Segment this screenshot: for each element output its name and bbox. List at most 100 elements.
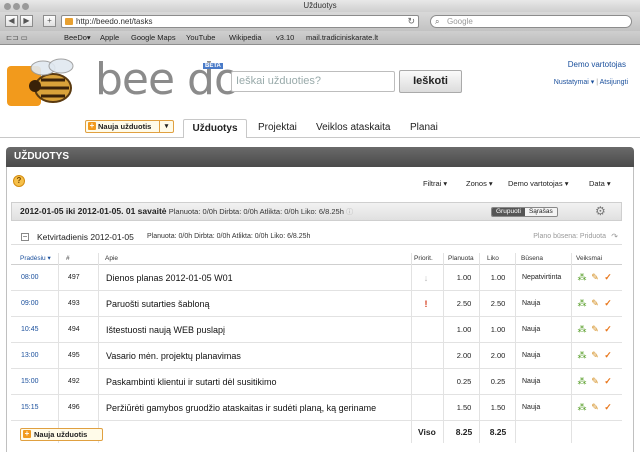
table-row[interactable]: 09:00 493 Paruošti sutarties šabloną ! 2… bbox=[11, 291, 622, 317]
new-task-button[interactable]: + Nauja užduotis ▾ bbox=[85, 120, 174, 133]
new-task-bottom-button[interactable]: + Nauja užduotis bbox=[20, 428, 103, 441]
task-time[interactable]: 15:00 bbox=[21, 369, 39, 395]
day-title: Ketvirtadienis 2012-01-05 bbox=[37, 232, 134, 242]
search-button[interactable]: Ieškoti bbox=[399, 70, 462, 93]
grouped-toggle[interactable]: Grupuoti bbox=[492, 208, 525, 216]
task-left: 2.00 bbox=[490, 351, 506, 360]
tabs-divider bbox=[0, 137, 640, 138]
task-left: 1.00 bbox=[490, 325, 506, 334]
add-tab-icon[interactable]: + bbox=[43, 15, 56, 27]
search-icon: ⌕ bbox=[435, 17, 440, 26]
collapse-toggle[interactable]: − bbox=[21, 233, 29, 241]
bookmark-item[interactable]: Wikipedia bbox=[229, 31, 262, 45]
complete-check-icon[interactable]: ✓ bbox=[603, 350, 613, 361]
task-time[interactable]: 09:00 bbox=[21, 291, 39, 317]
help-icon[interactable]: ? bbox=[13, 175, 25, 187]
subtask-tree-icon[interactable]: ⁂ bbox=[577, 298, 587, 309]
edit-pencil-icon[interactable]: ✎ bbox=[590, 324, 600, 335]
task-left: 0.25 bbox=[490, 377, 506, 386]
subtask-tree-icon[interactable]: ⁂ bbox=[577, 402, 587, 413]
subtask-tree-icon[interactable]: ⁂ bbox=[577, 376, 587, 387]
bookmarks-icon[interactable]: ⊏⊐ ▭ bbox=[6, 31, 28, 45]
subtask-tree-icon[interactable]: ⁂ bbox=[577, 324, 587, 335]
task-time[interactable]: 08:00 bbox=[21, 265, 39, 291]
user-dropdown[interactable]: Demo vartotojas ▾ bbox=[508, 179, 568, 188]
bookmark-item[interactable]: Apple bbox=[100, 31, 119, 45]
complete-check-icon[interactable]: ✓ bbox=[603, 298, 613, 309]
zones-dropdown[interactable]: Zonos ▾ bbox=[466, 179, 493, 188]
user-name-link[interactable]: Demo vartotojas bbox=[568, 60, 626, 69]
task-title[interactable]: Ištestuosti naują WEB puslapį bbox=[106, 317, 225, 343]
table-row[interactable]: 08:00 497 Dienos planas 2012-01-05 W01 ↓… bbox=[11, 265, 622, 291]
complete-check-icon[interactable]: ✓ bbox=[603, 324, 613, 335]
high-priority-icon: ! bbox=[424, 299, 428, 309]
settings-link[interactable]: Nustatymai ▾ bbox=[554, 79, 594, 86]
table-row[interactable]: 15:15 496 Peržiūrėti gamybos gruodžio at… bbox=[11, 395, 622, 421]
tab-tasks[interactable]: Užduotys bbox=[183, 119, 247, 138]
task-title[interactable]: Peržiūrėti gamybos gruodžio ataskaitas i… bbox=[106, 395, 376, 421]
task-number: 493 bbox=[68, 300, 80, 307]
complete-check-icon[interactable]: ✓ bbox=[603, 402, 613, 413]
return-arrow-icon[interactable]: ↷ bbox=[611, 229, 618, 245]
date-dropdown[interactable]: Data ▾ bbox=[589, 179, 611, 188]
tab-activity-report[interactable]: Veiklos ataskaita bbox=[316, 119, 391, 137]
filters-dropdown[interactable]: Filtrai ▾ bbox=[423, 179, 447, 188]
task-time[interactable]: 15:15 bbox=[21, 395, 39, 421]
complete-check-icon[interactable]: ✓ bbox=[603, 376, 613, 387]
task-number: 497 bbox=[68, 274, 80, 281]
minimize-window-icon[interactable] bbox=[13, 3, 20, 10]
logout-link[interactable]: Atsijungti bbox=[600, 79, 628, 86]
task-planned: 1.50 bbox=[456, 403, 472, 412]
info-icon[interactable]: ⓘ bbox=[346, 209, 353, 216]
task-status: Nauja bbox=[522, 300, 541, 307]
reload-icon[interactable]: ↻ bbox=[407, 16, 415, 27]
forward-arrow-icon[interactable]: ▶ bbox=[20, 15, 33, 27]
window-titlebar: Užduotys bbox=[0, 0, 640, 12]
bee-logo-icon[interactable] bbox=[7, 58, 87, 108]
table-row[interactable]: 10:45 494 Ištestuosti naują WEB puslapį … bbox=[11, 317, 622, 343]
table-row[interactable]: 15:00 492 Paskambinti klientui ir sutart… bbox=[11, 369, 622, 395]
new-task-label: Nauja užduotis bbox=[34, 430, 88, 439]
edit-pencil-icon[interactable]: ✎ bbox=[590, 298, 600, 309]
subtask-tree-icon[interactable]: ⁂ bbox=[577, 272, 587, 283]
total-planned: 8.25 bbox=[455, 427, 473, 437]
edit-pencil-icon[interactable]: ✎ bbox=[590, 350, 600, 361]
task-title[interactable]: Dienos planas 2012-01-05 W01 bbox=[106, 265, 233, 291]
url-bar[interactable]: http://beedo.net/tasks ↻ bbox=[61, 15, 419, 28]
edit-pencil-icon[interactable]: ✎ bbox=[590, 402, 600, 413]
view-toggle[interactable]: Grupuoti Sąrašas bbox=[491, 207, 558, 217]
logo-text[interactable]: bee do bbox=[95, 54, 241, 105]
list-toggle[interactable]: Sąrašas bbox=[524, 208, 557, 216]
tab-plans[interactable]: Planai bbox=[410, 119, 438, 137]
task-number: 495 bbox=[68, 352, 80, 359]
back-arrow-icon[interactable]: ◀ bbox=[5, 15, 18, 27]
edit-pencil-icon[interactable]: ✎ bbox=[590, 272, 600, 283]
browser-search-field[interactable]: ⌕ Google bbox=[430, 15, 632, 28]
table-row[interactable]: 13:00 495 Vasario mėn. projektų planavim… bbox=[11, 343, 622, 369]
chevron-down-icon[interactable]: ▾ bbox=[159, 121, 173, 132]
edit-pencil-icon[interactable]: ✎ bbox=[590, 376, 600, 387]
bookmark-item[interactable]: BeeDo▾ bbox=[64, 31, 91, 45]
day-group-row: − Ketvirtadienis 2012-01-05 Planuota: 0/… bbox=[11, 229, 622, 245]
bookmark-item[interactable]: v3.10 bbox=[276, 31, 294, 45]
task-time[interactable]: 10:45 bbox=[21, 317, 39, 343]
task-number: 494 bbox=[68, 326, 80, 333]
task-title[interactable]: Vasario mėn. projektų planavimas bbox=[106, 343, 241, 369]
subtask-tree-icon[interactable]: ⁂ bbox=[577, 350, 587, 361]
bookmark-item[interactable]: YouTube bbox=[186, 31, 215, 45]
panel-header: UŽDUOTYS bbox=[6, 147, 634, 167]
task-title[interactable]: Paskambinti klientui ir sutarti dėl susi… bbox=[106, 369, 277, 395]
bookmark-item[interactable]: mail.tradiciniskarate.lt bbox=[306, 31, 378, 45]
complete-check-icon[interactable]: ✓ bbox=[603, 272, 613, 283]
task-title[interactable]: Paruošti sutarties šabloną bbox=[106, 291, 210, 317]
close-window-icon[interactable] bbox=[4, 3, 11, 10]
task-search-input[interactable]: Ieškai užduoties? bbox=[231, 71, 395, 92]
zoom-window-icon[interactable] bbox=[22, 3, 29, 10]
tab-projects[interactable]: Projektai bbox=[258, 119, 297, 137]
plan-state: Plano būsena: Priduota bbox=[533, 233, 606, 240]
task-time[interactable]: 13:00 bbox=[21, 343, 39, 369]
bookmark-item[interactable]: Google Maps bbox=[131, 31, 176, 45]
bookmarks-bar: ⊏⊐ ▭ BeeDo▾ Apple Google Maps YouTube Wi… bbox=[0, 31, 640, 45]
gear-icon[interactable]: ⚙ bbox=[595, 205, 606, 217]
total-left: 8.25 bbox=[489, 427, 507, 437]
